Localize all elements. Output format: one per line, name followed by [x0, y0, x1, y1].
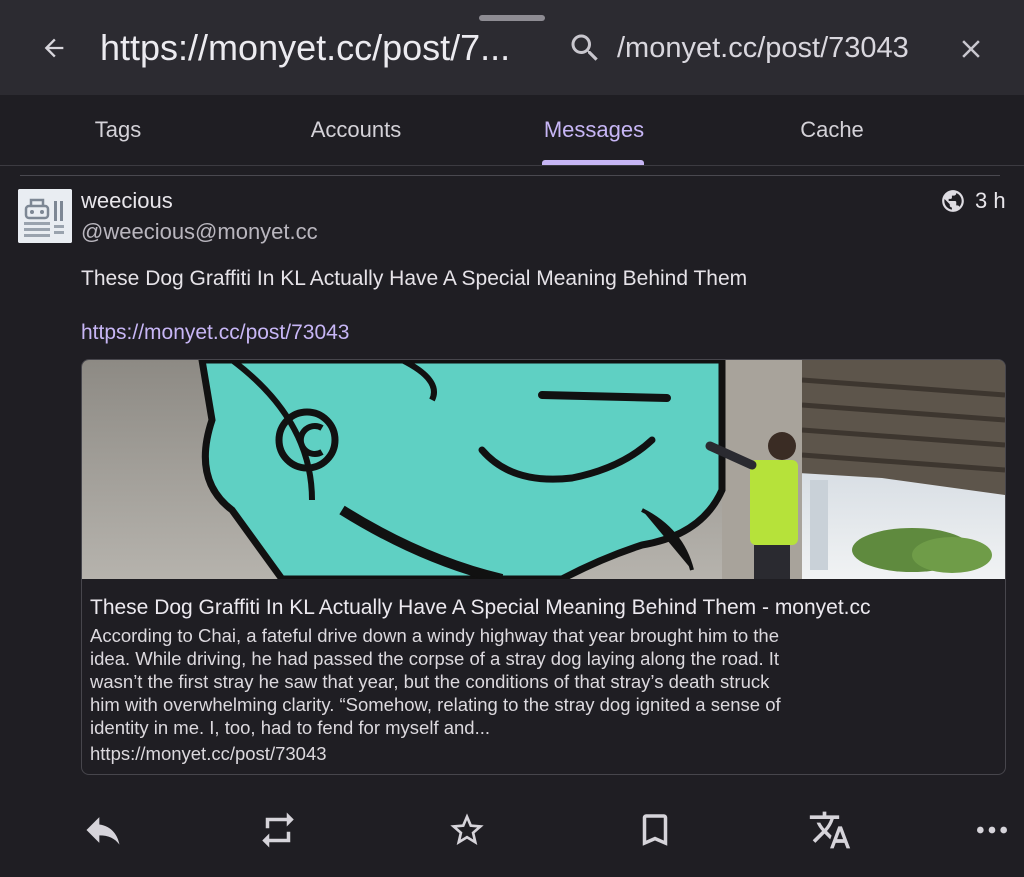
reply-button[interactable]	[79, 806, 127, 854]
bookmark-button[interactable]	[631, 806, 679, 854]
boost-button[interactable]	[254, 806, 302, 854]
globe-icon	[942, 190, 964, 212]
tabs-divider	[0, 165, 1024, 166]
search-icon[interactable]	[567, 30, 603, 66]
preview-image	[82, 360, 1005, 579]
account-handle[interactable]: @weecious@monyet.cc	[81, 219, 318, 245]
repeat-icon	[262, 812, 294, 848]
bookmark-icon	[642, 814, 668, 846]
back-button[interactable]	[34, 28, 74, 68]
reply-icon	[86, 817, 120, 845]
search-tabs: Tags Accounts Messages Cache	[0, 95, 1024, 165]
tab-messages[interactable]: Messages	[466, 95, 722, 165]
post-content: These Dog Graffiti In KL Actually Have A…	[81, 267, 748, 290]
card-url: https://monyet.cc/post/73043	[90, 743, 327, 764]
post-time: 3 h	[975, 188, 1006, 213]
display-name[interactable]: weecious	[81, 188, 173, 214]
more-horizontal-icon	[977, 826, 1007, 834]
search-input[interactable]	[617, 26, 935, 70]
tab-cache[interactable]: Cache	[704, 95, 960, 165]
translate-button[interactable]	[806, 806, 854, 854]
tab-tags[interactable]: Tags	[0, 95, 246, 165]
list-divider	[20, 175, 1000, 176]
avatar[interactable]	[18, 189, 72, 243]
translate-icon	[809, 811, 851, 849]
post-link[interactable]: https://monyet.cc/post/73043	[81, 321, 350, 345]
avatar-logo	[18, 189, 72, 243]
more-button[interactable]	[968, 806, 1016, 854]
arrow-left-icon	[44, 38, 64, 58]
drag-handle[interactable]	[479, 15, 545, 21]
link-preview-card[interactable]: These Dog Graffiti In KL Actually Have A…	[81, 359, 1006, 775]
page-url-title: https://monyet.cc/post/7...	[100, 27, 511, 68]
star-icon	[450, 813, 484, 845]
card-title: These Dog Graffiti In KL Actually Have A…	[90, 596, 871, 619]
tab-accounts[interactable]: Accounts	[228, 95, 484, 165]
favourite-button[interactable]	[443, 806, 491, 854]
close-icon	[962, 40, 980, 58]
clear-search-button[interactable]	[950, 28, 992, 70]
card-description: According to Chai, a fateful drive down …	[90, 625, 781, 738]
top-app-bar: https://monyet.cc/post/7...	[0, 0, 1024, 95]
